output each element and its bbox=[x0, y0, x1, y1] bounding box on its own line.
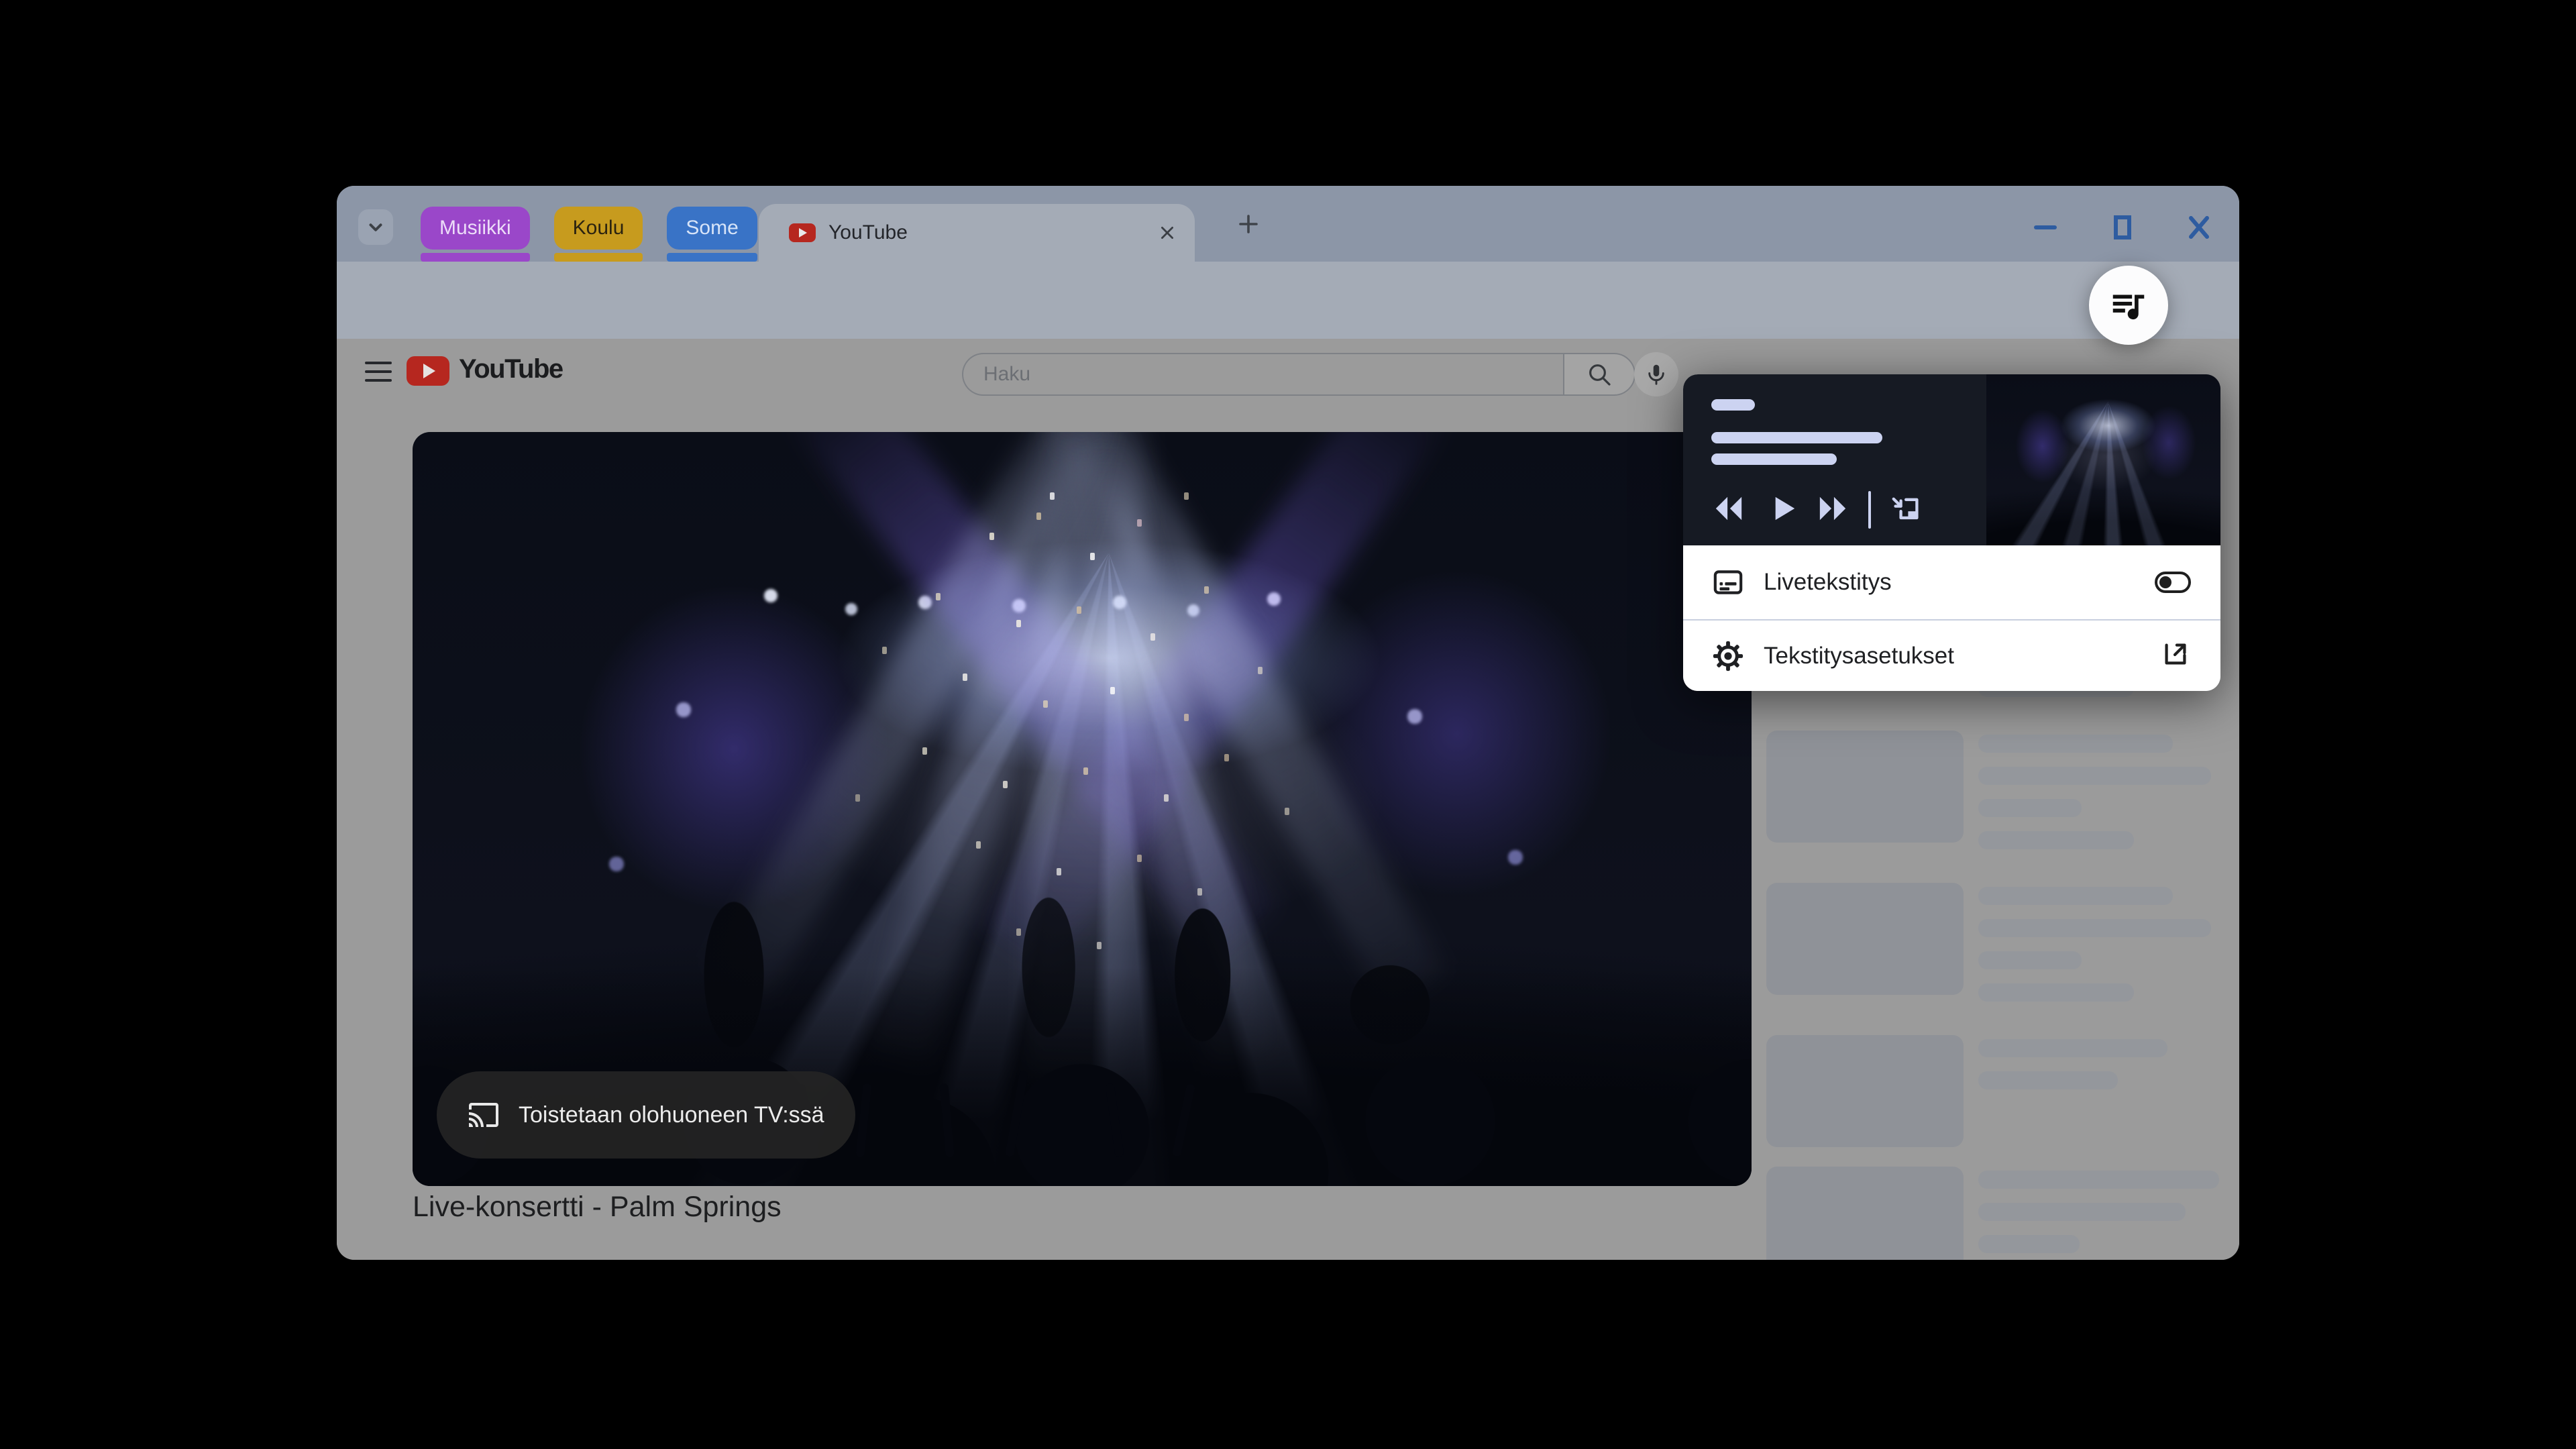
suggested-video-skeleton bbox=[1766, 883, 2237, 1016]
media-text-skeleton-bar bbox=[1711, 399, 1755, 411]
window-minimize-button[interactable] bbox=[2027, 209, 2064, 246]
new-tab-button[interactable] bbox=[1230, 205, 1267, 243]
text-line-placeholder bbox=[1978, 1071, 2118, 1089]
window-close-icon bbox=[2189, 216, 2209, 239]
picture-in-picture-icon bbox=[1892, 497, 1919, 520]
text-line-placeholder bbox=[1978, 1039, 2167, 1057]
cast-status-text: Toistetaan olohuoneen TV:ssä bbox=[519, 1102, 824, 1128]
text-line-placeholder bbox=[1978, 887, 2173, 905]
maximize-icon bbox=[2114, 215, 2131, 239]
thumbnail-placeholder bbox=[1766, 1167, 1964, 1260]
gear-icon bbox=[1713, 641, 1743, 671]
caption-settings-label: Tekstitysasetukset bbox=[1764, 642, 1954, 669]
suggested-video-skeleton bbox=[1766, 1035, 2237, 1147]
live-caption-label: Livetekstitys bbox=[1764, 569, 1892, 595]
live-caption-icon bbox=[1713, 570, 1743, 594]
play-icon bbox=[1775, 496, 1795, 521]
text-line-placeholder bbox=[1978, 983, 2134, 1002]
tab-search-button[interactable] bbox=[358, 209, 393, 245]
window-maximize-button[interactable] bbox=[2104, 209, 2141, 246]
text-line-placeholder bbox=[1978, 1203, 2186, 1221]
media-text-skeleton-bar bbox=[1711, 453, 1837, 465]
youtube-wordmark[interactable]: YouTube bbox=[459, 354, 564, 384]
cast-icon bbox=[469, 1103, 498, 1127]
chevron-down-icon bbox=[369, 223, 382, 231]
media-thumbnail bbox=[1986, 374, 2220, 545]
yt-voice-search-button[interactable] bbox=[1634, 352, 1678, 396]
text-line-placeholder bbox=[1978, 919, 2212, 937]
play-button[interactable] bbox=[1772, 495, 1797, 525]
window-close-button[interactable] bbox=[2180, 209, 2218, 246]
mic-icon bbox=[1648, 364, 1664, 385]
live-caption-row: Livetekstitys bbox=[1683, 545, 2220, 619]
tab-strip: Musiikki Koulu Some YouTube bbox=[337, 186, 2239, 262]
open-in-new-icon[interactable] bbox=[2160, 639, 2191, 669]
browser-toolbar: youtube.com/watch/ bbox=[337, 262, 2239, 409]
text-line-placeholder bbox=[1978, 799, 2082, 817]
close-icon bbox=[1161, 227, 1173, 239]
thumbnail-placeholder bbox=[1766, 883, 1964, 995]
tab-group-some[interactable]: Some bbox=[667, 207, 758, 262]
media-controls-toolbar-button[interactable] bbox=[2089, 266, 2168, 345]
next-track-icon bbox=[1819, 496, 1846, 521]
tab-group-koulu[interactable]: Koulu bbox=[553, 207, 643, 262]
search-icon bbox=[1589, 364, 1611, 386]
suggested-video-skeleton bbox=[1766, 1167, 2237, 1260]
thumbnail-placeholder bbox=[1766, 731, 1964, 843]
yt-search-input[interactable]: Haku bbox=[962, 353, 1563, 396]
media-info-panel bbox=[1683, 374, 1986, 545]
tab-youtube[interactable]: YouTube bbox=[759, 204, 1195, 262]
minimize-icon bbox=[2034, 225, 2057, 229]
text-line-placeholder bbox=[1978, 1171, 2219, 1189]
playlist-music-icon bbox=[2112, 294, 2145, 320]
text-line-placeholder bbox=[1978, 735, 2173, 753]
plus-icon bbox=[1239, 215, 1258, 233]
previous-track-icon bbox=[1715, 496, 1742, 521]
tab-close-button[interactable] bbox=[1156, 221, 1179, 244]
media-controls-row bbox=[1683, 487, 1986, 534]
yt-search-button[interactable] bbox=[1563, 353, 1635, 396]
youtube-logo-icon bbox=[407, 356, 449, 386]
media-controls-popup: Livetekstitys Tekstitysasetukset bbox=[1683, 374, 2220, 691]
browser-window: Musiikki Koulu Some YouTube YouTube Haku… bbox=[337, 186, 2239, 1260]
text-line-placeholder bbox=[1978, 767, 2212, 785]
text-line-placeholder bbox=[1978, 831, 2134, 849]
youtube-favicon bbox=[789, 223, 816, 242]
suggested-video-skeleton bbox=[1766, 731, 2237, 863]
thumbnail-placeholder bbox=[1766, 1035, 1964, 1147]
controls-divider bbox=[1868, 491, 1871, 529]
yt-menu-button[interactable] bbox=[365, 362, 392, 382]
tab-title: YouTube bbox=[828, 221, 908, 244]
text-line-placeholder bbox=[1978, 951, 2082, 969]
previous-track-button[interactable] bbox=[1713, 494, 1744, 527]
caption-settings-row[interactable]: Tekstitysasetukset bbox=[1683, 621, 2220, 691]
live-caption-toggle[interactable] bbox=[2155, 572, 2191, 593]
media-text-skeleton-bar bbox=[1711, 432, 1882, 443]
next-track-button[interactable] bbox=[1817, 494, 1848, 527]
yt-search-placeholder: Haku bbox=[983, 363, 1031, 385]
cast-status-chip[interactable]: Toistetaan olohuoneen TV:ssä bbox=[437, 1071, 855, 1159]
media-session-card bbox=[1683, 374, 2220, 545]
tab-group-musiikki[interactable]: Musiikki bbox=[421, 207, 530, 262]
toggle-knob bbox=[2159, 576, 2171, 588]
video-title: Live-konsertti - Palm Springs bbox=[413, 1191, 782, 1223]
tab-groups: Musiikki Koulu Some bbox=[421, 207, 758, 262]
picture-in-picture-button[interactable] bbox=[1887, 492, 1922, 531]
text-line-placeholder bbox=[1978, 1235, 2080, 1253]
